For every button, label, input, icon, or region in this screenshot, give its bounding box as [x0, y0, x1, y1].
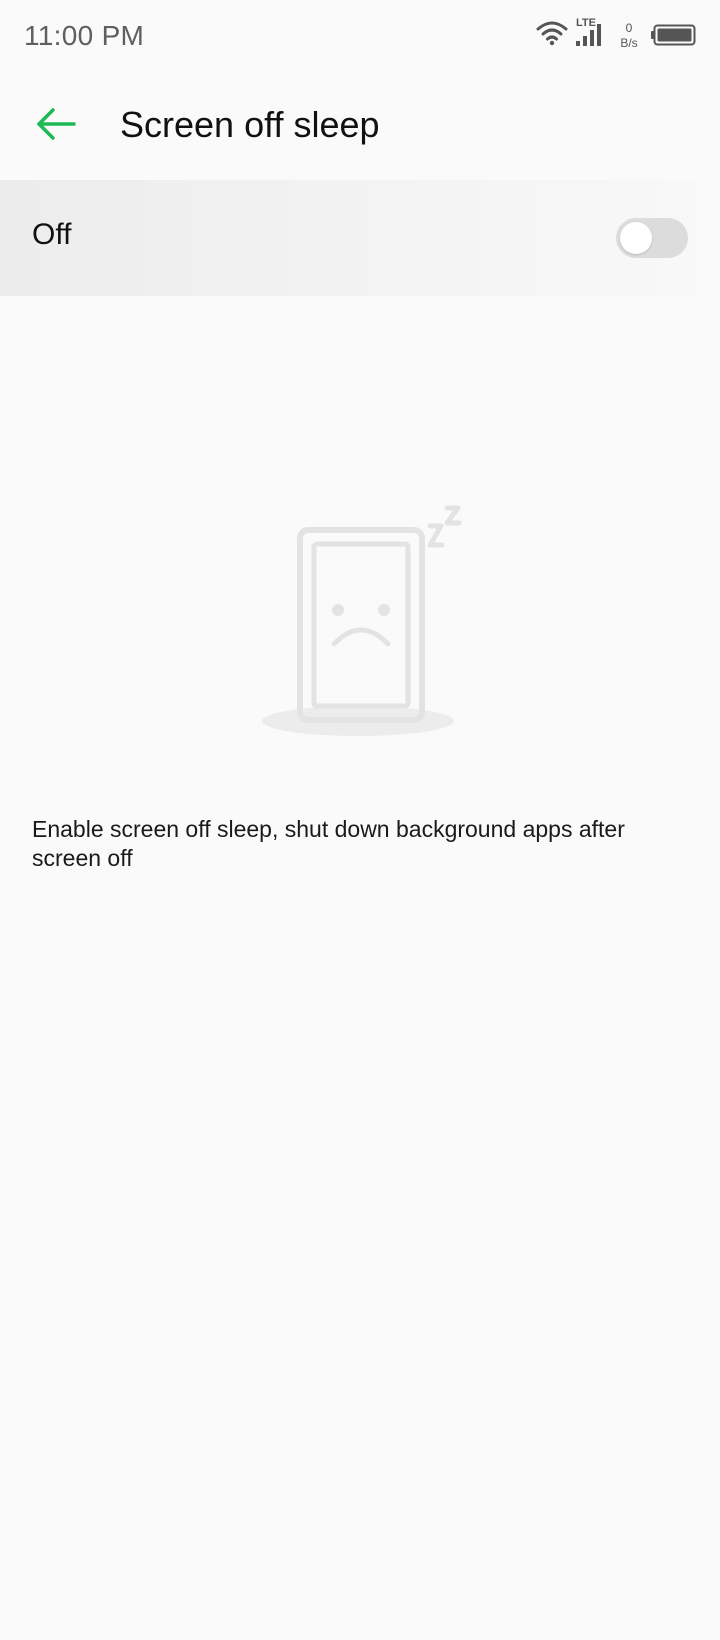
screen-off-sleep-toggle-row[interactable]: Off — [0, 180, 696, 296]
page-title: Screen off sleep — [120, 104, 380, 145]
app-header: Screen off sleep — [0, 72, 720, 180]
net-speed-value: 0 — [625, 21, 633, 35]
description-text: Enable screen off sleep, shut down backg… — [32, 816, 625, 871]
net-speed-unit: B/s — [620, 36, 638, 50]
screen-off-sleep-switch[interactable] — [616, 218, 688, 258]
signal-icon — [576, 24, 601, 46]
toggle-label: Off — [32, 218, 72, 251]
sleeping-phone-icon — [262, 505, 462, 736]
wifi-icon — [536, 21, 568, 46]
switch-thumb — [620, 222, 652, 254]
back-button[interactable] — [20, 94, 92, 154]
arrow-left-icon — [37, 108, 76, 140]
status-time: 11:00 PM — [24, 20, 145, 51]
battery-icon — [651, 24, 696, 46]
screen: 11:00 PM LTE 0 B/s Screen off sleep Off … — [0, 0, 720, 1640]
net-speed: 0 B/s — [614, 21, 644, 51]
status-bar: 11:00 PM LTE 0 B/s — [0, 0, 720, 72]
